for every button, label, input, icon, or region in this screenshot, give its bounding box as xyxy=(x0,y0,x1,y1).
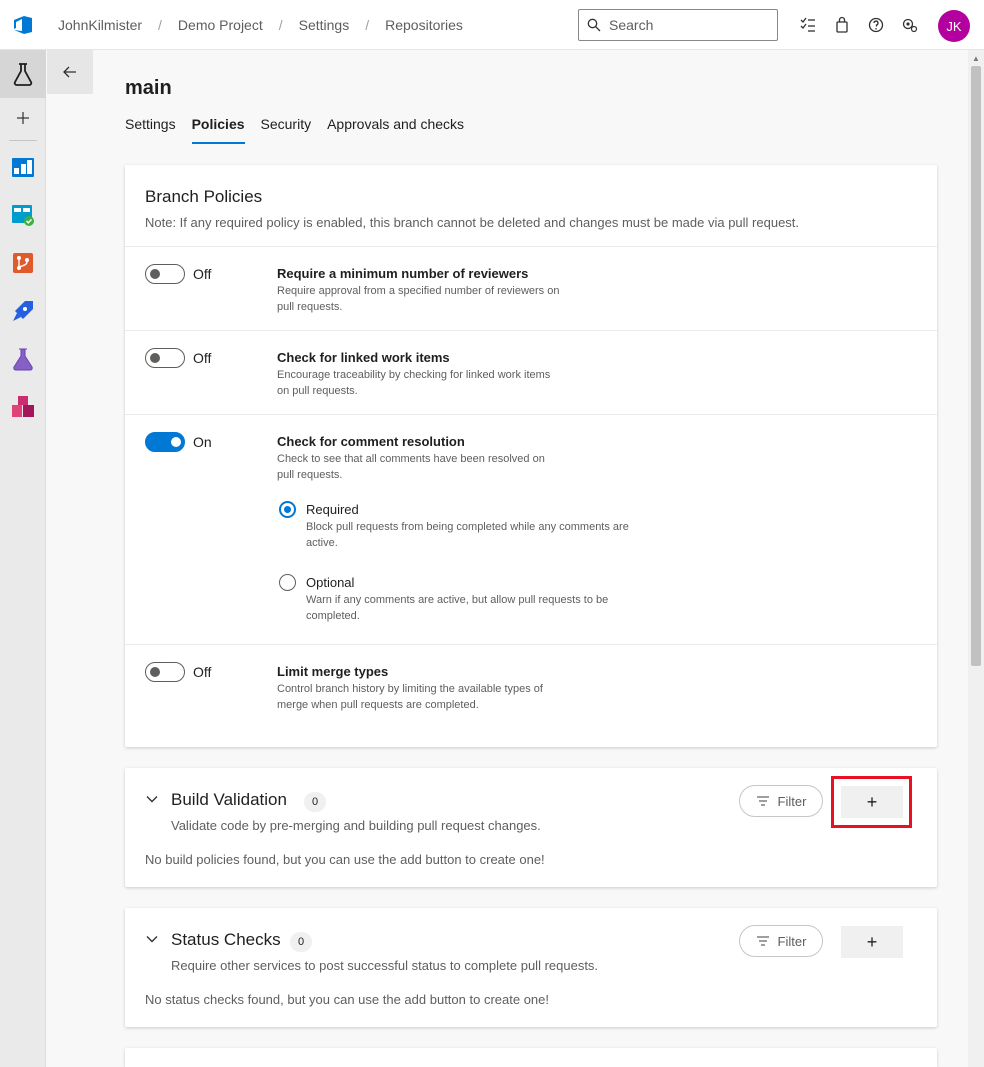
search-icon xyxy=(587,18,601,32)
azure-devops-logo-icon[interactable] xyxy=(0,0,46,50)
policy-row-comment-resolution: On Check for comment resolution Check to… xyxy=(125,415,937,645)
next-section-card xyxy=(125,1048,937,1067)
toggle-state-label: Off xyxy=(193,266,212,282)
tab-bar: Settings Policies Security Approvals and… xyxy=(125,116,464,144)
branch-policies-title: Branch Policies xyxy=(145,187,263,206)
tab-security[interactable]: Security xyxy=(261,116,312,144)
build-validation-filter-button[interactable]: Filter xyxy=(739,785,823,817)
work-items-checklist-icon[interactable] xyxy=(796,13,820,37)
breadcrumb-settings[interactable]: Settings xyxy=(299,17,350,33)
policy-row-limit-merge-types: Off Limit merge types Control branch his… xyxy=(125,645,937,745)
breadcrumb: JohnKilmister / Demo Project / Settings … xyxy=(58,17,463,33)
policy-title: Check for comment resolution xyxy=(277,434,465,449)
filter-icon xyxy=(756,936,769,946)
build-validation-title: Build Validation xyxy=(171,790,287,809)
status-checks-card: Status Checks 0 Require other services t… xyxy=(125,908,937,1027)
add-icon[interactable] xyxy=(0,98,46,138)
branch-policies-card: Branch Policies Note: If any required po… xyxy=(125,165,937,747)
nav-separator xyxy=(9,140,37,141)
tab-policies[interactable]: Policies xyxy=(191,116,245,144)
breadcrumb-separator: / xyxy=(278,16,283,33)
page-title: main xyxy=(125,77,172,99)
policy-description: Require approval from a specified number… xyxy=(277,285,560,313)
branch-policies-header: Branch Policies Note: If any required po… xyxy=(125,165,937,247)
comment-resolution-toggle[interactable] xyxy=(145,432,185,452)
build-validation-count-badge: 0 xyxy=(304,792,326,812)
chevron-down-icon[interactable] xyxy=(145,932,159,946)
breadcrumb-organization[interactable]: JohnKilmister xyxy=(58,17,142,33)
add-status-check-button[interactable]: + xyxy=(841,926,903,958)
status-checks-title: Status Checks xyxy=(171,930,281,949)
pipelines-icon[interactable] xyxy=(0,287,46,335)
toggle-knob xyxy=(150,353,160,363)
toggle-knob xyxy=(150,269,160,279)
toggle-state-label: Off xyxy=(193,350,212,366)
build-validation-description: Validate code by pre-merging and buildin… xyxy=(171,818,541,833)
radio-desc-required: Block pull requests from being completed… xyxy=(306,521,629,549)
optional-radio[interactable] xyxy=(279,574,296,591)
filter-label: Filter xyxy=(777,793,807,809)
build-validation-card: Build Validation 0 Validate code by pre-… xyxy=(125,768,937,887)
back-arrow-icon xyxy=(63,66,76,78)
policy-title: Limit merge types xyxy=(277,664,389,679)
policy-description: Check to see that all comments have been… xyxy=(277,453,545,481)
tab-settings[interactable]: Settings xyxy=(125,116,176,144)
add-build-policy-button[interactable]: + xyxy=(841,786,903,818)
boards-check-icon[interactable] xyxy=(0,191,46,239)
breadcrumb-separator: / xyxy=(365,16,370,33)
marketplace-bag-icon[interactable] xyxy=(830,13,854,37)
toggle-state-label: Off xyxy=(193,664,212,680)
required-radio[interactable] xyxy=(279,501,296,518)
linked-work-items-toggle[interactable] xyxy=(145,348,185,368)
tab-approvals-and-checks[interactable]: Approvals and checks xyxy=(327,116,464,144)
policy-row-min-reviewers: Off Require a minimum number of reviewer… xyxy=(125,247,937,331)
policy-title: Require a minimum number of reviewers xyxy=(277,266,529,281)
artifacts-icon[interactable] xyxy=(0,383,46,431)
search-box[interactable] xyxy=(578,9,778,41)
toggle-state-label: On xyxy=(193,434,212,450)
policy-description: Encourage traceability by checking for l… xyxy=(277,369,551,397)
repos-icon[interactable] xyxy=(0,239,46,287)
status-checks-empty-message: No status checks found, but you can use … xyxy=(145,992,549,1007)
help-icon[interactable] xyxy=(864,13,888,37)
user-settings-gear-icon[interactable] xyxy=(898,13,922,37)
toggle-knob xyxy=(150,667,160,677)
radio-label-optional: Optional xyxy=(306,575,355,590)
status-checks-description: Require other services to post successfu… xyxy=(171,958,599,973)
filter-label: Filter xyxy=(777,933,807,949)
breadcrumb-separator: / xyxy=(158,16,162,33)
scrollbar-thumb[interactable] xyxy=(971,66,981,666)
project-overview-icon[interactable] xyxy=(0,50,46,98)
scroll-up-icon[interactable]: ▲ xyxy=(972,54,980,63)
policy-description: Control branch history by limiting the a… xyxy=(277,683,543,711)
policy-title: Check for linked work items xyxy=(277,350,450,365)
filter-icon xyxy=(756,796,769,806)
policy-row-linked-work-items: Off Check for linked work items Encourag… xyxy=(125,331,937,415)
chevron-down-icon[interactable] xyxy=(145,792,159,806)
test-plans-icon[interactable] xyxy=(0,335,46,383)
status-checks-count-badge: 0 xyxy=(290,932,312,952)
top-icons xyxy=(796,13,922,37)
avatar[interactable]: JK xyxy=(938,10,970,42)
toggle-knob xyxy=(171,437,181,447)
radio-label-required: Required xyxy=(306,502,359,517)
boards-icon[interactable] xyxy=(0,143,46,191)
breadcrumb-repositories[interactable]: Repositories xyxy=(385,17,463,33)
min-reviewers-toggle[interactable] xyxy=(145,264,185,284)
branch-policies-note: Note: If any required policy is enabled,… xyxy=(145,215,800,230)
radio-desc-optional: Warn if any comments are active, but all… xyxy=(306,594,609,622)
limit-merge-types-toggle[interactable] xyxy=(145,662,185,682)
search-input[interactable] xyxy=(609,17,769,33)
status-checks-filter-button[interactable]: Filter xyxy=(739,925,823,957)
build-validation-empty-message: No build policies found, but you can use… xyxy=(145,852,545,867)
back-button[interactable] xyxy=(47,50,93,94)
breadcrumb-project[interactable]: Demo Project xyxy=(178,17,263,33)
left-nav xyxy=(0,50,46,1067)
